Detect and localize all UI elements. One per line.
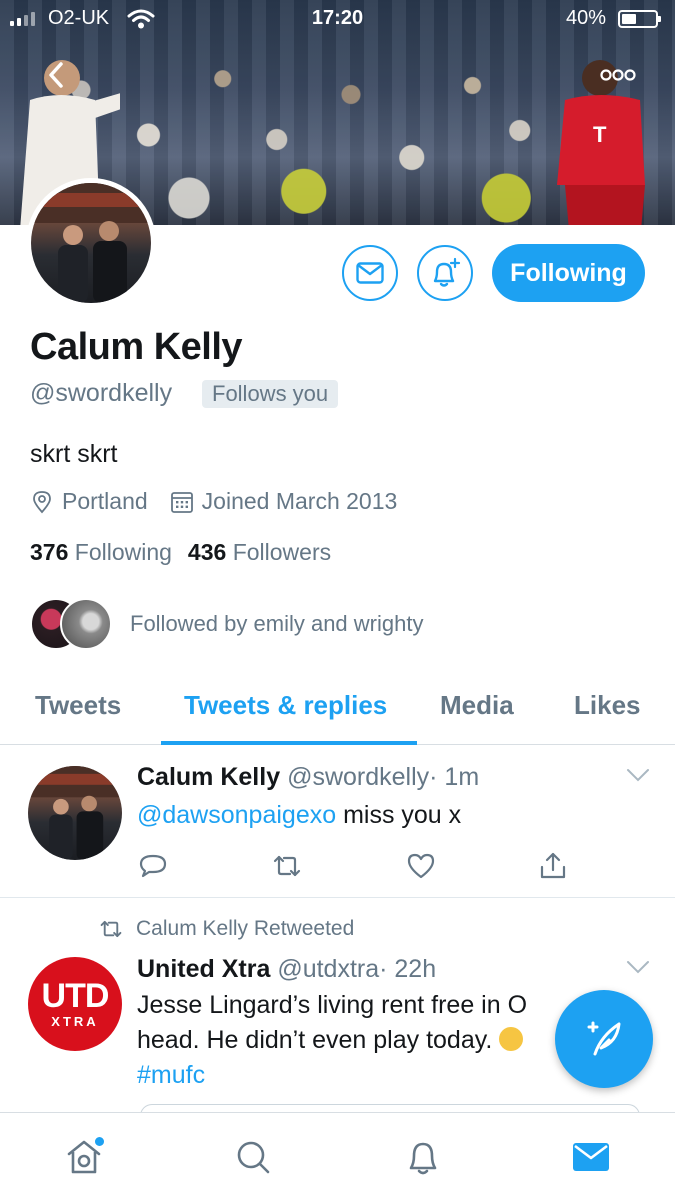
message-button[interactable] xyxy=(342,245,398,301)
tweet-actions xyxy=(137,850,577,884)
laughing-emoji-icon xyxy=(499,1027,524,1051)
nav-messages[interactable] xyxy=(569,1135,613,1179)
tweet-text-line2: head. He didn’t even play today. xyxy=(137,1026,493,1054)
tweet-author-handle: @utdxtra xyxy=(277,955,380,983)
retweet-icon xyxy=(100,920,122,938)
profile-location: Portland xyxy=(62,488,148,514)
reply-icon[interactable] xyxy=(137,850,169,882)
tweet-text-line1: Jesse Lingard’s living rent free in O xyxy=(137,991,528,1019)
retweet-icon[interactable] xyxy=(271,850,303,882)
follower-avatar xyxy=(60,598,112,650)
mail-icon xyxy=(573,1143,609,1171)
tweet-mention[interactable]: @dawsonpaigexo xyxy=(137,801,336,829)
followers-count: 436 xyxy=(187,539,227,565)
avatar-logo-text: UTD xyxy=(41,976,110,1015)
tweet-time: · 22h xyxy=(379,955,437,983)
more-icon[interactable] xyxy=(600,66,636,84)
tweet-header: United Xtra @utdxtra· 22h xyxy=(137,955,436,984)
tweet-text: @dawsonpaigexo miss you x xyxy=(137,798,657,833)
bell-plus-icon xyxy=(433,257,461,287)
tweet-text-content: miss you x xyxy=(336,801,462,829)
nav-notifications[interactable] xyxy=(401,1135,445,1179)
tweet-author-handle: @swordkelly xyxy=(287,763,430,791)
svg-text:T: T xyxy=(593,122,607,147)
tweet-author-name[interactable]: Calum Kelly xyxy=(137,763,280,791)
active-tab-indicator xyxy=(161,741,417,745)
followers-count-link[interactable]: 436 Followers xyxy=(188,539,331,565)
tweet-avatar[interactable] xyxy=(28,766,122,860)
calendar-icon xyxy=(170,491,193,513)
share-icon[interactable] xyxy=(537,850,569,882)
tweet-time: · 1m xyxy=(429,763,480,791)
battery-icon xyxy=(618,10,661,28)
following-button[interactable]: Following xyxy=(492,244,645,302)
following-count-link[interactable]: 376 Following xyxy=(30,539,172,565)
profile-name: Calum Kelly xyxy=(30,326,243,368)
nav-home[interactable] xyxy=(62,1135,106,1179)
retweeted-by-text[interactable]: Calum Kelly Retweeted xyxy=(136,917,354,941)
followed-by-text: Followed by emily and wrighty xyxy=(130,611,424,636)
following-label: Following xyxy=(74,539,172,565)
tweet-author-name[interactable]: United Xtra xyxy=(137,955,270,983)
location-pin-icon xyxy=(33,490,51,513)
tweet-avatar[interactable]: UTD XTRA xyxy=(28,957,122,1051)
tweet[interactable]: Calum Kelly @swordkelly· 1m @dawsonpaige… xyxy=(0,746,675,898)
status-bar: O2-UK 17:20 40% xyxy=(0,0,675,38)
envelope-icon xyxy=(356,262,384,284)
tweet-header: Calum Kelly @swordkelly· 1m xyxy=(137,763,479,792)
avatar-photo xyxy=(31,183,151,303)
heart-icon[interactable] xyxy=(405,850,437,882)
notifications-toggle-button[interactable] xyxy=(417,245,473,301)
following-count: 376 xyxy=(30,539,69,565)
compose-icon xyxy=(587,1021,621,1056)
tweet-hashtag[interactable]: #mufc xyxy=(137,1061,205,1089)
bottom-nav xyxy=(0,1112,675,1200)
compose-button[interactable] xyxy=(555,990,653,1088)
followed-by-row[interactable]: Followed by emily and wrighty xyxy=(30,598,423,650)
chevron-down-icon[interactable] xyxy=(626,960,650,974)
profile-bio: skrt skrt xyxy=(30,440,118,468)
chevron-down-icon[interactable] xyxy=(626,768,650,782)
profile-handle: @swordkelly xyxy=(30,379,173,407)
profile-joined-date: Joined March 2013 xyxy=(201,488,398,514)
tab-tweets[interactable]: Tweets xyxy=(35,690,121,721)
tab-likes[interactable]: Likes xyxy=(574,690,641,721)
tab-media[interactable]: Media xyxy=(440,690,514,721)
profile-avatar[interactable] xyxy=(26,178,156,308)
tweet-text: Jesse Lingard’s living rent free in O he… xyxy=(137,988,567,1093)
followers-label: Followers xyxy=(232,539,332,565)
profile-meta: Portland Joined March 2013 xyxy=(30,488,397,515)
avatar-logo-subtext: XTRA xyxy=(51,1013,99,1029)
avatar-photo xyxy=(28,766,122,860)
new-content-dot xyxy=(95,1137,104,1146)
follows-you-badge: Follows you xyxy=(202,380,339,408)
battery-percent: 40% xyxy=(566,7,607,29)
follow-counts: 376 Following 436 Followers xyxy=(30,539,331,566)
chevron-left-icon[interactable] xyxy=(40,58,74,92)
search-icon xyxy=(237,1141,270,1174)
tab-tweets-and-replies[interactable]: Tweets & replies xyxy=(184,690,387,721)
nav-search[interactable] xyxy=(231,1135,275,1179)
profile-tabs: Tweets Tweets & replies Media Likes xyxy=(0,670,675,745)
retweet-context: Calum Kelly Retweeted xyxy=(98,917,354,941)
bell-icon xyxy=(409,1142,437,1175)
